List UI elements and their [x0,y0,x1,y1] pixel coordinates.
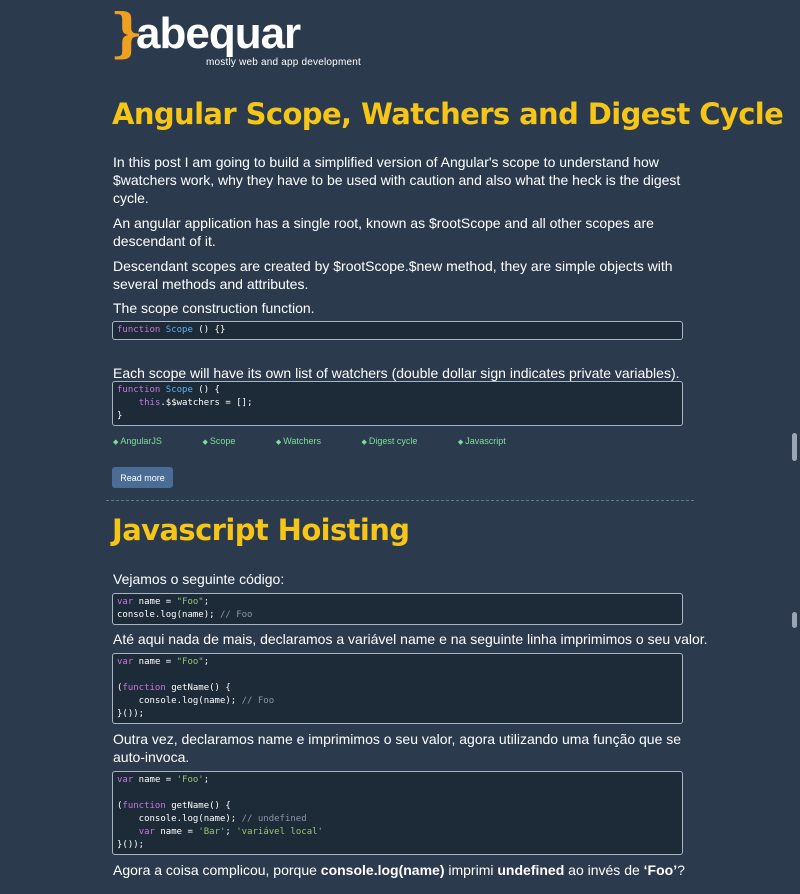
logo-text: abequar [136,9,301,58]
post-separator [106,500,694,501]
tag-link[interactable]: ◆ Scope [202,436,254,446]
tag-link[interactable]: ◆ AngularJS [113,436,181,446]
tag-link[interactable]: ◆ Javascript [458,436,525,446]
post1-code-block-1: function Scope () {} [112,321,683,340]
post1-paragraph-2: An angular application has a single root… [113,215,654,249]
post1-paragraph-1: In this post I am going to build a simpl… [113,154,681,206]
post-title-angular[interactable]: Angular Scope, Watchers and Digest Cycle [112,96,784,132]
post1-paragraph-3: Descendant scopes are created by $rootSc… [113,258,673,292]
read-more-button[interactable]: Read more [112,467,173,488]
post1-paragraph-5: Each scope will have its own list of wat… [113,365,680,381]
post2-code-block-1: var name = "Foo"; console.log(name); // … [112,593,683,625]
scrollbar-thumb-secondary[interactable] [792,612,797,628]
post2-paragraph-3: Outra vez, declaramos name e imprimimos … [113,731,682,765]
post2-code-block-3: var name = 'Foo'; (function getName() { … [112,771,683,855]
post-title-hoisting[interactable]: Javascript Hoisting [112,512,410,548]
post1-tags: ◆ AngularJS ◆ Scope ◆ Watchers ◆ Digest cycl… [113,436,544,446]
post2-paragraph-1: Vejamos o seguinte código: [113,571,285,587]
scrollbar-thumb[interactable] [792,433,797,461]
site-logo[interactable]: } abequar mostly web and app development [110,8,361,70]
post1-paragraph-4: The scope construction function. [113,300,315,316]
post1-code-block-2: function Scope () { this.$$watchers = []… [112,381,683,426]
post2-paragraph-2: Até aqui nada de mais, declaramos a vari… [113,631,708,647]
post2-paragraph-4: Agora a coisa complicou, porque console.… [113,862,685,878]
tag-link[interactable]: ◆ Digest cycle [361,436,436,446]
page: } abequar mostly web and app development… [0,0,800,894]
site-tagline: mostly web and app development [206,57,361,68]
post2-code-block-2: var name = "Foo"; (function getName() { … [112,653,683,724]
tag-link[interactable]: ◆ Watchers [276,436,340,446]
